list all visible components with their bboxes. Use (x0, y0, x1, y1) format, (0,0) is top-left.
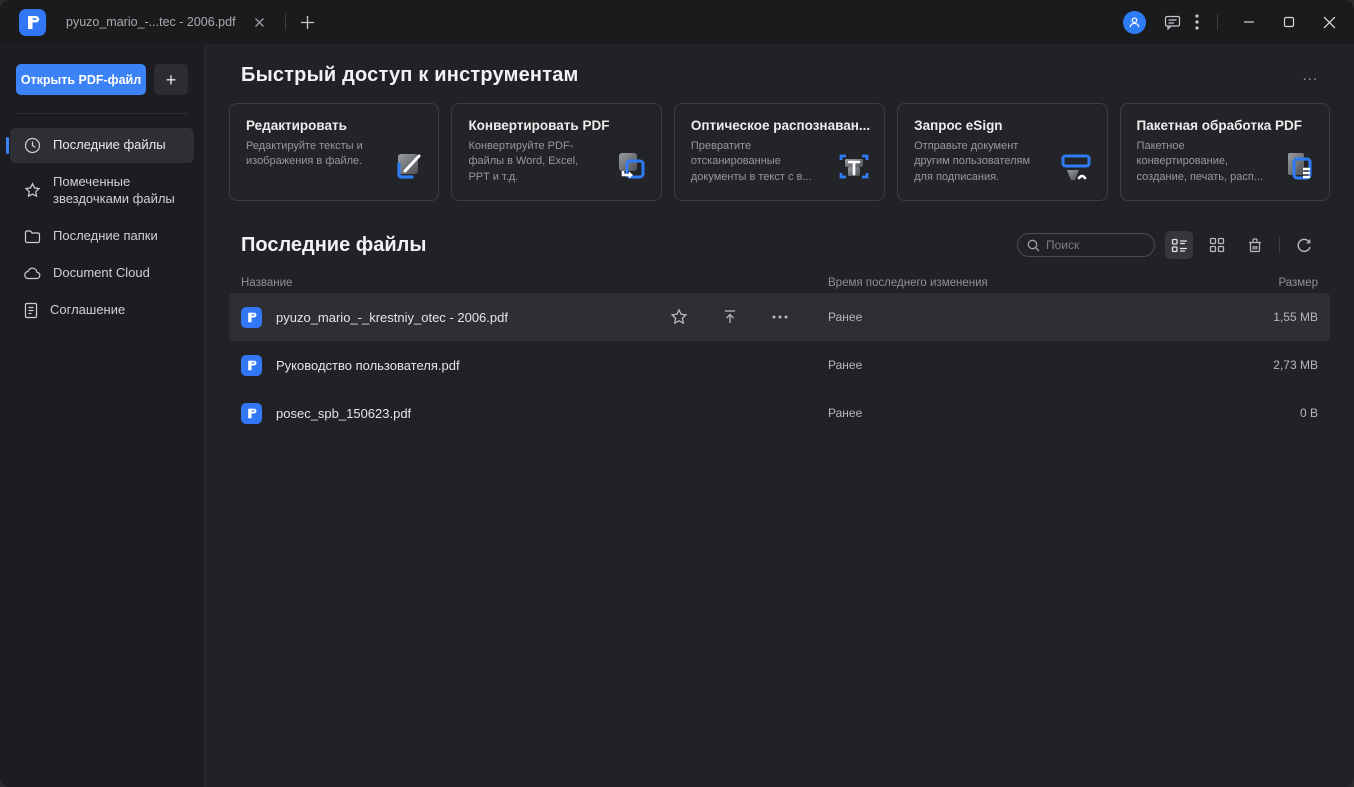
sidebar-item-recent-folders[interactable]: Последние папки (10, 219, 194, 254)
quick-access-title: Быстрый доступ к инструментам (241, 64, 579, 87)
file-row[interactable]: pyuzo_mario_-_krestniy_otec - 2006.pdf (229, 293, 1330, 341)
search-box[interactable] (1017, 233, 1155, 257)
card-description: Редактируйте тексты и изображения в файл… (246, 139, 374, 170)
clear-list-icon[interactable] (1241, 231, 1269, 259)
card-title: Пакетная обработка PDF (1137, 118, 1315, 133)
document-tab[interactable]: pyuzo_mario_-...tec - 2006.pdf (60, 0, 275, 44)
card-description: Превратите отсканированные документы в т… (691, 139, 820, 185)
file-name: pyuzo_mario_-_krestniy_otec - 2006.pdf (276, 310, 508, 325)
recent-files-title: Последние файлы (241, 234, 426, 257)
card-convert[interactable]: Конвертировать PDF Конвертируйте PDF-фай… (451, 103, 661, 201)
sidebar-item-label: Document Cloud (53, 265, 150, 282)
pdf-file-icon (241, 355, 262, 376)
app-window: pyuzo_mario_-...tec - 2006.pdf (0, 0, 1354, 787)
account-avatar[interactable] (1123, 11, 1146, 34)
column-size[interactable]: Размер (1208, 277, 1318, 289)
grid-view-button[interactable] (1203, 231, 1231, 259)
tab-separator (285, 14, 286, 30)
sidebar-item-starred-files[interactable]: Помеченные звездочками файлы (10, 165, 194, 217)
card-title: Редактировать (246, 118, 424, 133)
file-size: 0 B (1208, 406, 1318, 420)
file-name: Руководство пользователя.pdf (276, 358, 460, 373)
sidebar-item-label: Последние файлы (53, 137, 166, 154)
card-description: Пакетное конвертирование, создание, печа… (1137, 139, 1265, 185)
file-size: 2,73 MB (1208, 358, 1318, 372)
file-row[interactable]: posec_spb_150623.pdf Ранее 0 B (229, 389, 1330, 437)
folder-icon (24, 229, 41, 244)
ocr-icon (836, 149, 872, 190)
pdf-file-icon (241, 307, 262, 328)
new-tab-button[interactable] (296, 11, 319, 34)
close-window-button[interactable] (1312, 7, 1346, 37)
card-description: Отправьте документ другим пользователям … (914, 139, 1042, 185)
file-modified: Ранее (828, 358, 1208, 372)
file-name: posec_spb_150623.pdf (276, 406, 411, 421)
card-title: Запрос eSign (914, 118, 1092, 133)
create-pdf-button[interactable]: + (154, 64, 188, 95)
main-content: Быстрый доступ к инструментам ... Редакт… (205, 44, 1354, 787)
sidebar-item-document-cloud[interactable]: Document Cloud (10, 256, 194, 291)
file-modified: Ранее (828, 406, 1208, 420)
card-edit[interactable]: Редактировать Редактируйте тексты и изоб… (229, 103, 439, 201)
pdfelement-logo-icon (19, 9, 46, 36)
toolbar-divider (1279, 237, 1280, 253)
sidebar-item-label: Соглашение (50, 302, 125, 319)
search-input[interactable] (1046, 238, 1145, 252)
kebab-menu-icon[interactable] (1191, 10, 1203, 34)
agreement-icon (24, 302, 38, 319)
sidebar-item-agreement[interactable]: Соглашение (10, 293, 194, 328)
row-actions (666, 304, 806, 330)
maximize-button[interactable] (1272, 7, 1306, 37)
file-table-header: Название Время последнего изменения Разм… (229, 277, 1330, 289)
refresh-icon[interactable] (1290, 231, 1318, 259)
convert-icon (613, 149, 649, 190)
batch-icon (1281, 149, 1317, 190)
file-row[interactable]: Руководство пользователя.pdf Ранее 2,73 … (229, 341, 1330, 389)
tab-title: pyuzo_mario_-...tec - 2006.pdf (66, 15, 236, 29)
file-list: pyuzo_mario_-_krestniy_otec - 2006.pdf (229, 293, 1330, 437)
esign-icon (1057, 151, 1095, 190)
quick-access-more-button[interactable]: ... (1302, 67, 1318, 84)
upload-file-icon[interactable] (718, 305, 742, 329)
more-actions-icon[interactable] (768, 311, 792, 323)
titlebar-right (1123, 7, 1354, 37)
pdf-file-icon (241, 403, 262, 424)
card-title: Конвертировать PDF (468, 118, 646, 133)
sidebar: Открыть PDF-файл + Последние файлы Помеч… (0, 44, 205, 787)
list-view-button[interactable] (1165, 231, 1193, 259)
recent-toolbar (1017, 231, 1318, 259)
star-file-icon[interactable] (666, 304, 692, 330)
edit-icon (390, 149, 426, 190)
column-name[interactable]: Название (241, 277, 828, 289)
card-title: Оптическое распознаван... (691, 118, 870, 133)
quick-access-cards: Редактировать Редактируйте тексты и изоб… (229, 103, 1330, 201)
file-size: 1,55 MB (1208, 310, 1318, 324)
star-icon (24, 182, 41, 199)
clock-icon (24, 137, 41, 154)
titlebar: pyuzo_mario_-...tec - 2006.pdf (0, 0, 1354, 44)
card-description: Конвертируйте PDF-файлы в Word, Excel, P… (468, 139, 596, 185)
column-modified[interactable]: Время последнего изменения (828, 277, 1208, 289)
file-modified: Ранее (828, 310, 1208, 324)
card-ocr[interactable]: Оптическое распознаван... Превратите отс… (674, 103, 885, 201)
sidebar-item-label: Последние папки (53, 228, 158, 245)
feedback-icon[interactable] (1160, 11, 1185, 34)
cloud-icon (24, 267, 41, 280)
card-batch[interactable]: Пакетная обработка PDF Пакетное конверти… (1120, 103, 1330, 201)
minimize-button[interactable] (1232, 7, 1266, 37)
tab-close-icon[interactable] (250, 13, 269, 32)
sidebar-item-recent-files[interactable]: Последние файлы (10, 128, 194, 163)
titlebar-divider (1217, 14, 1218, 30)
sidebar-item-label: Помеченные звездочками файлы (53, 174, 186, 208)
card-esign[interactable]: Запрос eSign Отправьте документ другим п… (897, 103, 1107, 201)
open-pdf-button[interactable]: Открыть PDF-файл (16, 64, 146, 95)
search-icon (1027, 239, 1040, 252)
sidebar-divider (16, 113, 188, 114)
